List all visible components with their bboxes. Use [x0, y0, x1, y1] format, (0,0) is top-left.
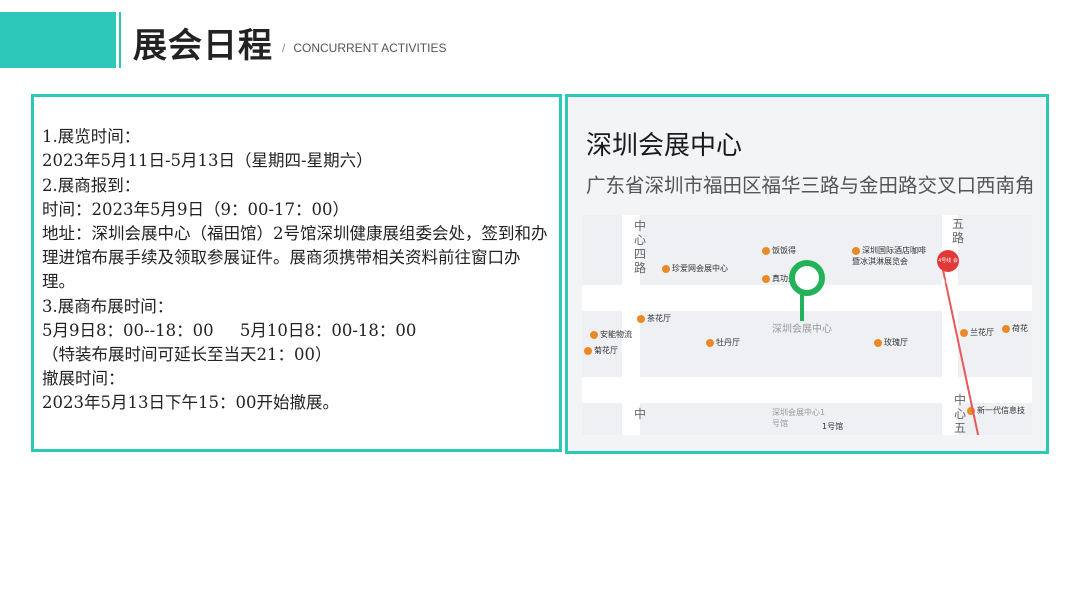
road-label: 中心五	[954, 393, 967, 435]
map-poi[interactable]: 饭饭得	[762, 245, 796, 256]
map-poi[interactable]: 珍爱网会展中心	[662, 263, 728, 274]
map-poi[interactable]: 兰花厅	[960, 327, 994, 338]
map-poi[interactable]: 1号馆	[822, 421, 843, 432]
info-line: 2023年5月13日下午15：00开始撤展。	[42, 393, 339, 413]
hall-icon	[706, 338, 714, 347]
info-line: （特装布展时间可延长至当天21：00）	[42, 345, 332, 365]
subtitle-slash: /	[282, 41, 286, 55]
hall-icon	[960, 328, 968, 337]
metro-station-icon[interactable]: 4号线 会展中心	[937, 250, 959, 286]
map-poi[interactable]: 茶花厅	[637, 313, 671, 324]
hall-icon	[584, 346, 592, 355]
info-line: 2023年5月11日-5月13日（星期四-星期六）	[42, 151, 373, 171]
info-line: 1.展览时间：	[42, 127, 141, 147]
header-accent-line	[119, 12, 121, 68]
info-line: 地址：深圳会展中心（福田馆）2号馆深圳健康展组委会处，签到和办理进馆布展手续及领…	[42, 224, 548, 292]
hall-icon	[637, 314, 645, 323]
restaurant-icon	[762, 274, 770, 283]
map-view[interactable]: 中心四路 五路 中心五 中 饭饭得 真功夫 珍爱网会展中心 深圳国际酒店咖啡 暨…	[582, 215, 1032, 435]
map-poi[interactable]: 新一代信息技	[967, 405, 1025, 416]
map-poi[interactable]: 牡丹厅	[706, 337, 740, 348]
map-poi[interactable]: 深圳国际酒店咖啡 暨冰淇淋展览会	[852, 245, 932, 267]
location-pin-icon[interactable]	[789, 260, 825, 296]
poi-icon	[590, 330, 598, 339]
poi-icon	[662, 264, 670, 273]
page-title: 展会日程	[133, 26, 273, 66]
header-accent-bar	[0, 12, 116, 68]
page-subtitle: / CONCURRENT ACTIVITIES	[282, 41, 446, 55]
restaurant-icon	[762, 246, 770, 255]
map-address: 广东省深圳市福田区福华三路与金田路交叉口西南角	[586, 174, 1035, 197]
map-center-label: 深圳会展中心	[772, 324, 832, 335]
schedule-text: 1.展览时间： 2023年5月11日-5月13日（星期四-星期六） 2.展商报到： 时…	[34, 97, 559, 464]
info-line: 撤展时间：	[42, 369, 125, 389]
road-label: 五路	[952, 217, 965, 245]
poi-icon	[852, 246, 860, 255]
map-poi[interactable]: 菊花厅	[584, 345, 618, 356]
road-label: 中	[634, 407, 647, 421]
road-label: 中心四路	[634, 219, 647, 275]
info-line: 3.展商布展时间：	[42, 296, 174, 316]
subtitle-text: CONCURRENT ACTIVITIES	[293, 41, 447, 55]
location-pin-stem	[800, 295, 804, 321]
info-line: 2.展商报到：	[42, 175, 141, 195]
map-panel[interactable]: 深圳会展中心 广东省深圳市福田区福华三路与金田路交叉口西南角 中心四路 五路 中…	[565, 94, 1049, 454]
map-poi[interactable]: 安能物流	[590, 329, 632, 340]
info-line: 5月9日8：00--18：00 5月10日8：00-18：00	[42, 320, 417, 340]
map-poi[interactable]: 玫瑰厅	[874, 337, 908, 348]
hall-icon	[874, 338, 882, 347]
hall-icon	[1002, 324, 1010, 333]
schedule-info-panel: 1.展览时间： 2023年5月11日-5月13日（星期四-星期六） 2.展商报到： 时…	[31, 94, 562, 452]
map-place-name: 深圳会展中心	[586, 131, 743, 161]
map-poi[interactable]: 荷花	[1002, 323, 1028, 334]
info-line: 时间：2023年5月9日（9：00-17：00）	[42, 199, 350, 219]
